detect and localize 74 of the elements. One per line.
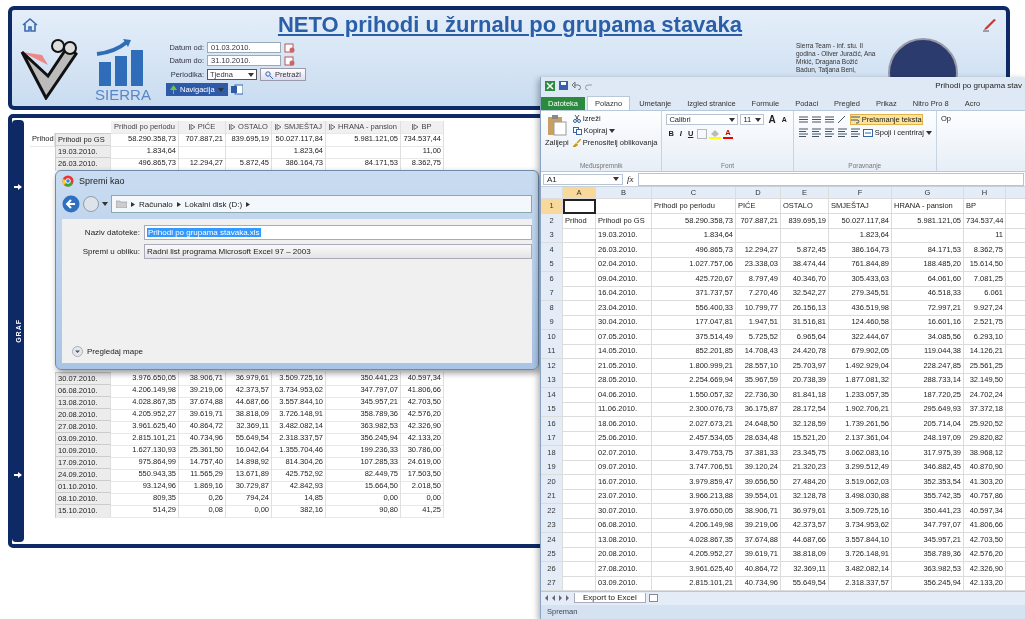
expand-icon [275, 124, 283, 130]
save-icon[interactable] [559, 81, 568, 90]
wrap-icon [850, 115, 860, 124]
expand-toggle-icon[interactable] [72, 346, 83, 357]
folder-icon [116, 200, 127, 208]
mascot-drawing [20, 38, 80, 100]
breadcrumb-item[interactable]: Lokalni disk (D:) [184, 199, 243, 209]
window-title: Prihodi po grupama stav [935, 81, 1022, 90]
sheet-nav-icon[interactable] [545, 595, 571, 601]
empty-cell [781, 228, 829, 243]
undo-icon[interactable] [572, 81, 581, 90]
function-button[interactable]: fx [627, 174, 634, 184]
calendar-icon[interactable] [284, 42, 295, 53]
chevron-icon [176, 201, 181, 207]
empty-cell [596, 199, 652, 214]
file-type-select[interactable]: Radni list programa Microsoft Excel 97 – 2003 [144, 244, 532, 259]
caret-icon [217, 87, 224, 92]
dialog-title: Spremi kao [79, 176, 125, 186]
calendar-icon[interactable] [284, 55, 295, 66]
align-icon[interactable] [823, 128, 835, 137]
caret-icon [609, 128, 616, 133]
breadcrumb-item[interactable]: Računalo [139, 199, 173, 209]
align-icon[interactable] [797, 115, 809, 124]
empty-cell [736, 228, 781, 243]
align-icon[interactable] [810, 128, 822, 137]
orientation-icon[interactable] [836, 115, 848, 124]
new-sheet-icon[interactable] [648, 594, 659, 602]
copy-icon [572, 126, 582, 135]
brush-icon [572, 138, 581, 147]
caret-icon [729, 117, 736, 122]
report-title: NETO prihodi u žurnalu po grupama stavaka [276, 12, 744, 38]
tree-icon [170, 85, 177, 94]
scissors-icon [572, 114, 581, 123]
align-icon[interactable] [810, 115, 822, 124]
align-icon[interactable] [836, 128, 848, 137]
empty-cell [226, 145, 272, 159]
caret-icon [925, 130, 932, 135]
merge-icon [862, 128, 873, 137]
field-label: Naziv datoteke: [83, 228, 140, 237]
history-caret-icon [102, 202, 108, 206]
caret-icon [248, 72, 254, 77]
chevron-icon [131, 201, 135, 207]
browser-icon [62, 175, 74, 187]
formula-field[interactable] [637, 172, 1024, 186]
pen-icon[interactable] [982, 18, 998, 32]
back-button-icon[interactable] [62, 195, 80, 213]
expand-icon [229, 124, 237, 130]
empty-cell [892, 228, 964, 243]
fill-color-icon[interactable] [709, 128, 722, 139]
align-icon[interactable] [823, 115, 835, 124]
expand-icon [329, 124, 337, 130]
search-icon [265, 70, 273, 79]
caret-icon [755, 117, 762, 122]
logo-text: SIERRA [95, 86, 151, 103]
empty-cell [179, 145, 226, 159]
field-label: Spremi u obliku: [81, 247, 140, 256]
caret-icon [613, 177, 619, 181]
arrow-right-icon[interactable] [14, 184, 22, 191]
clipboard-icon [546, 114, 567, 136]
excel-app-icon [545, 80, 555, 91]
grow-font-button[interactable]: A [766, 114, 778, 125]
name-box[interactable]: A1 [543, 173, 623, 185]
excel-export-icon[interactable] [230, 84, 243, 95]
expand-icon [412, 124, 420, 130]
arrow-right-icon[interactable] [14, 471, 22, 478]
chevron-icon [246, 201, 251, 207]
expand-icon [188, 124, 196, 130]
address-bar[interactable]: Računalo Lokalni disk (D:) [111, 195, 532, 213]
browse-folders-toggle[interactable]: Pregledaj mape [87, 347, 144, 356]
align-icon[interactable] [849, 128, 861, 137]
home-icon[interactable] [22, 17, 38, 33]
sheet-tab[interactable]: Export to Excel [574, 593, 646, 603]
align-icon[interactable] [797, 128, 809, 137]
active-cell[interactable] [563, 199, 596, 214]
